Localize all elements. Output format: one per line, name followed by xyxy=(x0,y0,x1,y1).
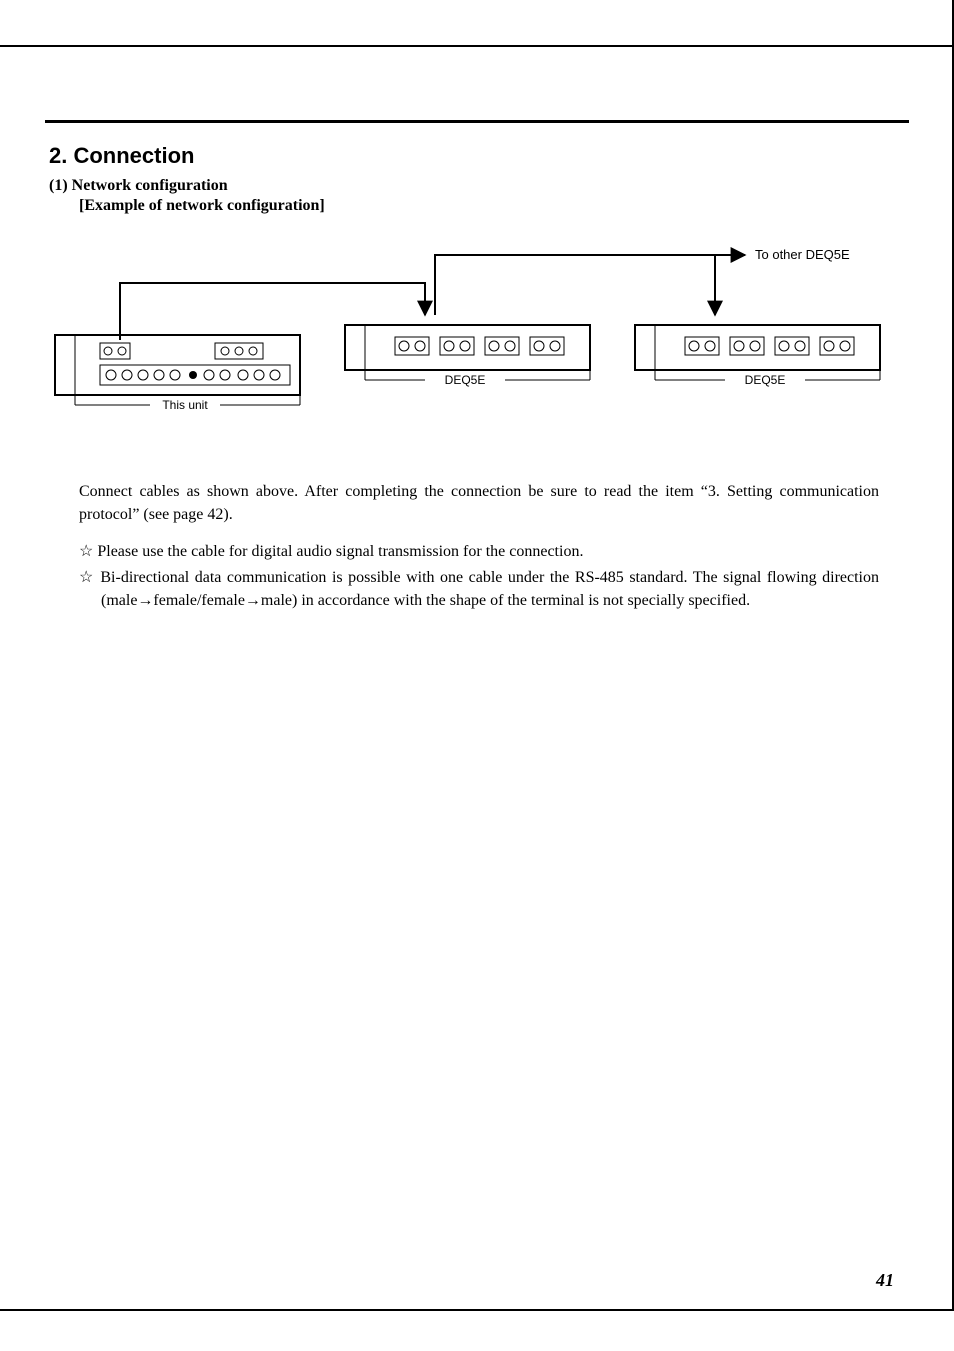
star-notes: Please use the cable for digital audio s… xyxy=(79,540,879,612)
label-deq5e-1: DEQ5E xyxy=(445,373,486,387)
label-to-other: To other DEQ5E xyxy=(755,247,850,262)
top-page-rule xyxy=(0,45,954,47)
star-note-2: Bi-directional data communication is pos… xyxy=(79,566,879,612)
page-number: 41 xyxy=(876,1270,894,1291)
subsection-1: (1) Network configuration xyxy=(49,177,909,195)
section-divider xyxy=(45,120,909,123)
star-note-1: Please use the cable for digital audio s… xyxy=(79,540,879,563)
label-deq5e-2: DEQ5E xyxy=(745,373,786,387)
paragraph-1: Connect cables as shown above. After com… xyxy=(79,480,879,526)
subsection-2: [Example of network configuration] xyxy=(79,197,909,215)
network-diagram: To other DEQ5E xyxy=(45,225,909,440)
network-diagram-svg: To other DEQ5E xyxy=(45,225,925,435)
deq5e-box-2: DEQ5E xyxy=(635,325,880,387)
section-title: 2. Connection xyxy=(49,143,909,169)
this-unit-box: This unit xyxy=(55,335,300,412)
label-this-unit: This unit xyxy=(162,398,208,412)
deq5e-box-1: DEQ5E xyxy=(345,325,590,387)
page: 2. Connection (1) Network configuration … xyxy=(0,0,954,1351)
bottom-page-rule xyxy=(0,1309,954,1311)
